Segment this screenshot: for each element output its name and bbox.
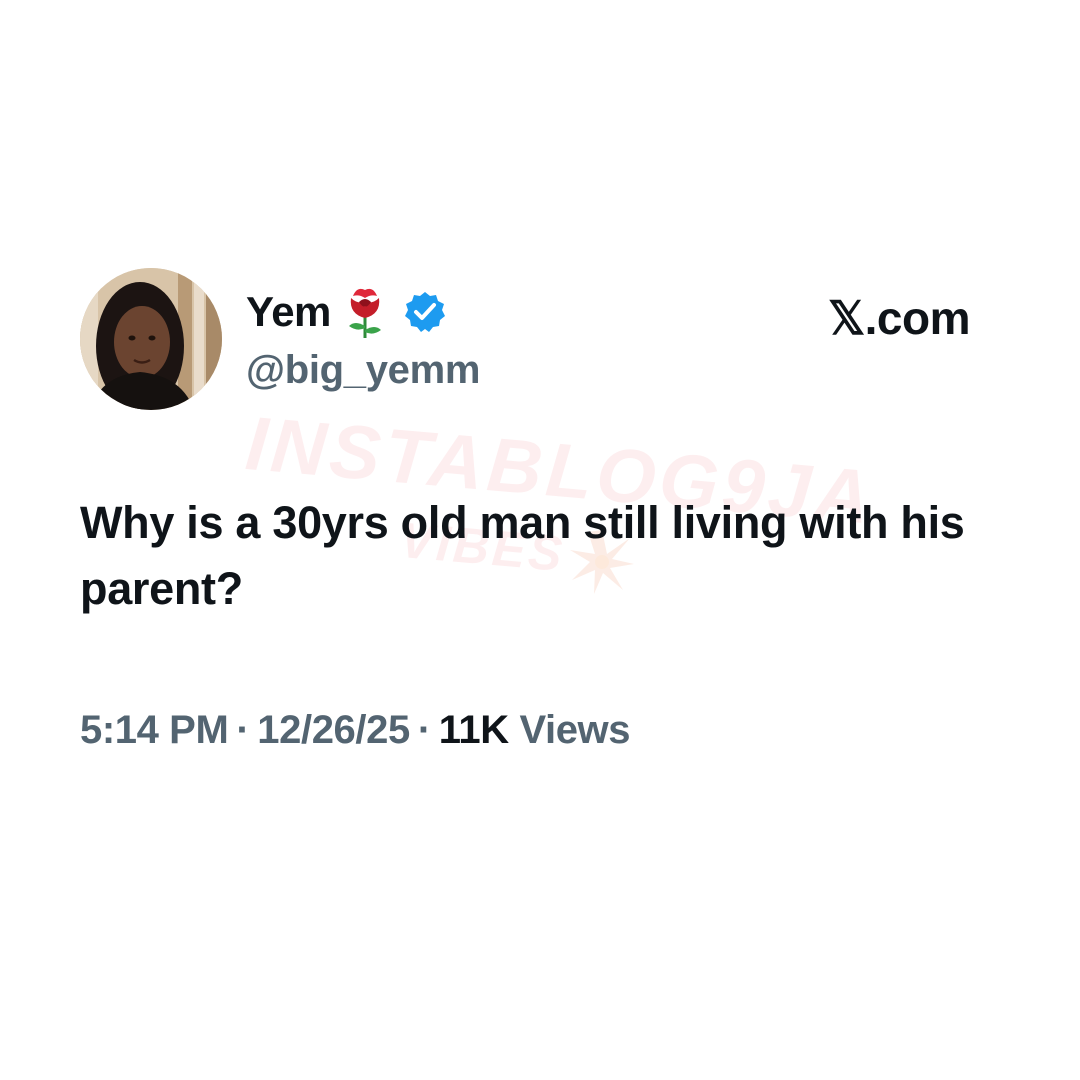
meta-separator: · xyxy=(236,708,250,752)
avatar[interactable] xyxy=(80,268,222,410)
tweet-screenshot: INSTABLOG9JA VIBES Yem @big_yemm 𝕏.com W… xyxy=(0,0,1080,1080)
views-label: Views xyxy=(519,708,631,752)
tweet-meta: 5:14 PM · 12/26/25 · 11K Views xyxy=(80,702,631,758)
tweet-time[interactable]: 5:14 PM xyxy=(80,708,229,752)
avatar-image xyxy=(80,268,222,410)
rose-icon xyxy=(348,288,381,338)
tweet-text: Why is a 30yrs old man still living with… xyxy=(80,497,965,614)
author-handle[interactable]: @big_yemm xyxy=(246,344,480,396)
tweet-date[interactable]: 12/26/25 xyxy=(257,708,410,752)
verified-badge-icon xyxy=(404,292,445,332)
x-logo-source: 𝕏.com xyxy=(828,292,970,344)
author-name-row: Yem xyxy=(246,282,447,342)
author-display-name[interactable]: Yem xyxy=(246,282,331,342)
views-count: 11K xyxy=(438,708,509,752)
meta-separator: · xyxy=(417,708,431,752)
